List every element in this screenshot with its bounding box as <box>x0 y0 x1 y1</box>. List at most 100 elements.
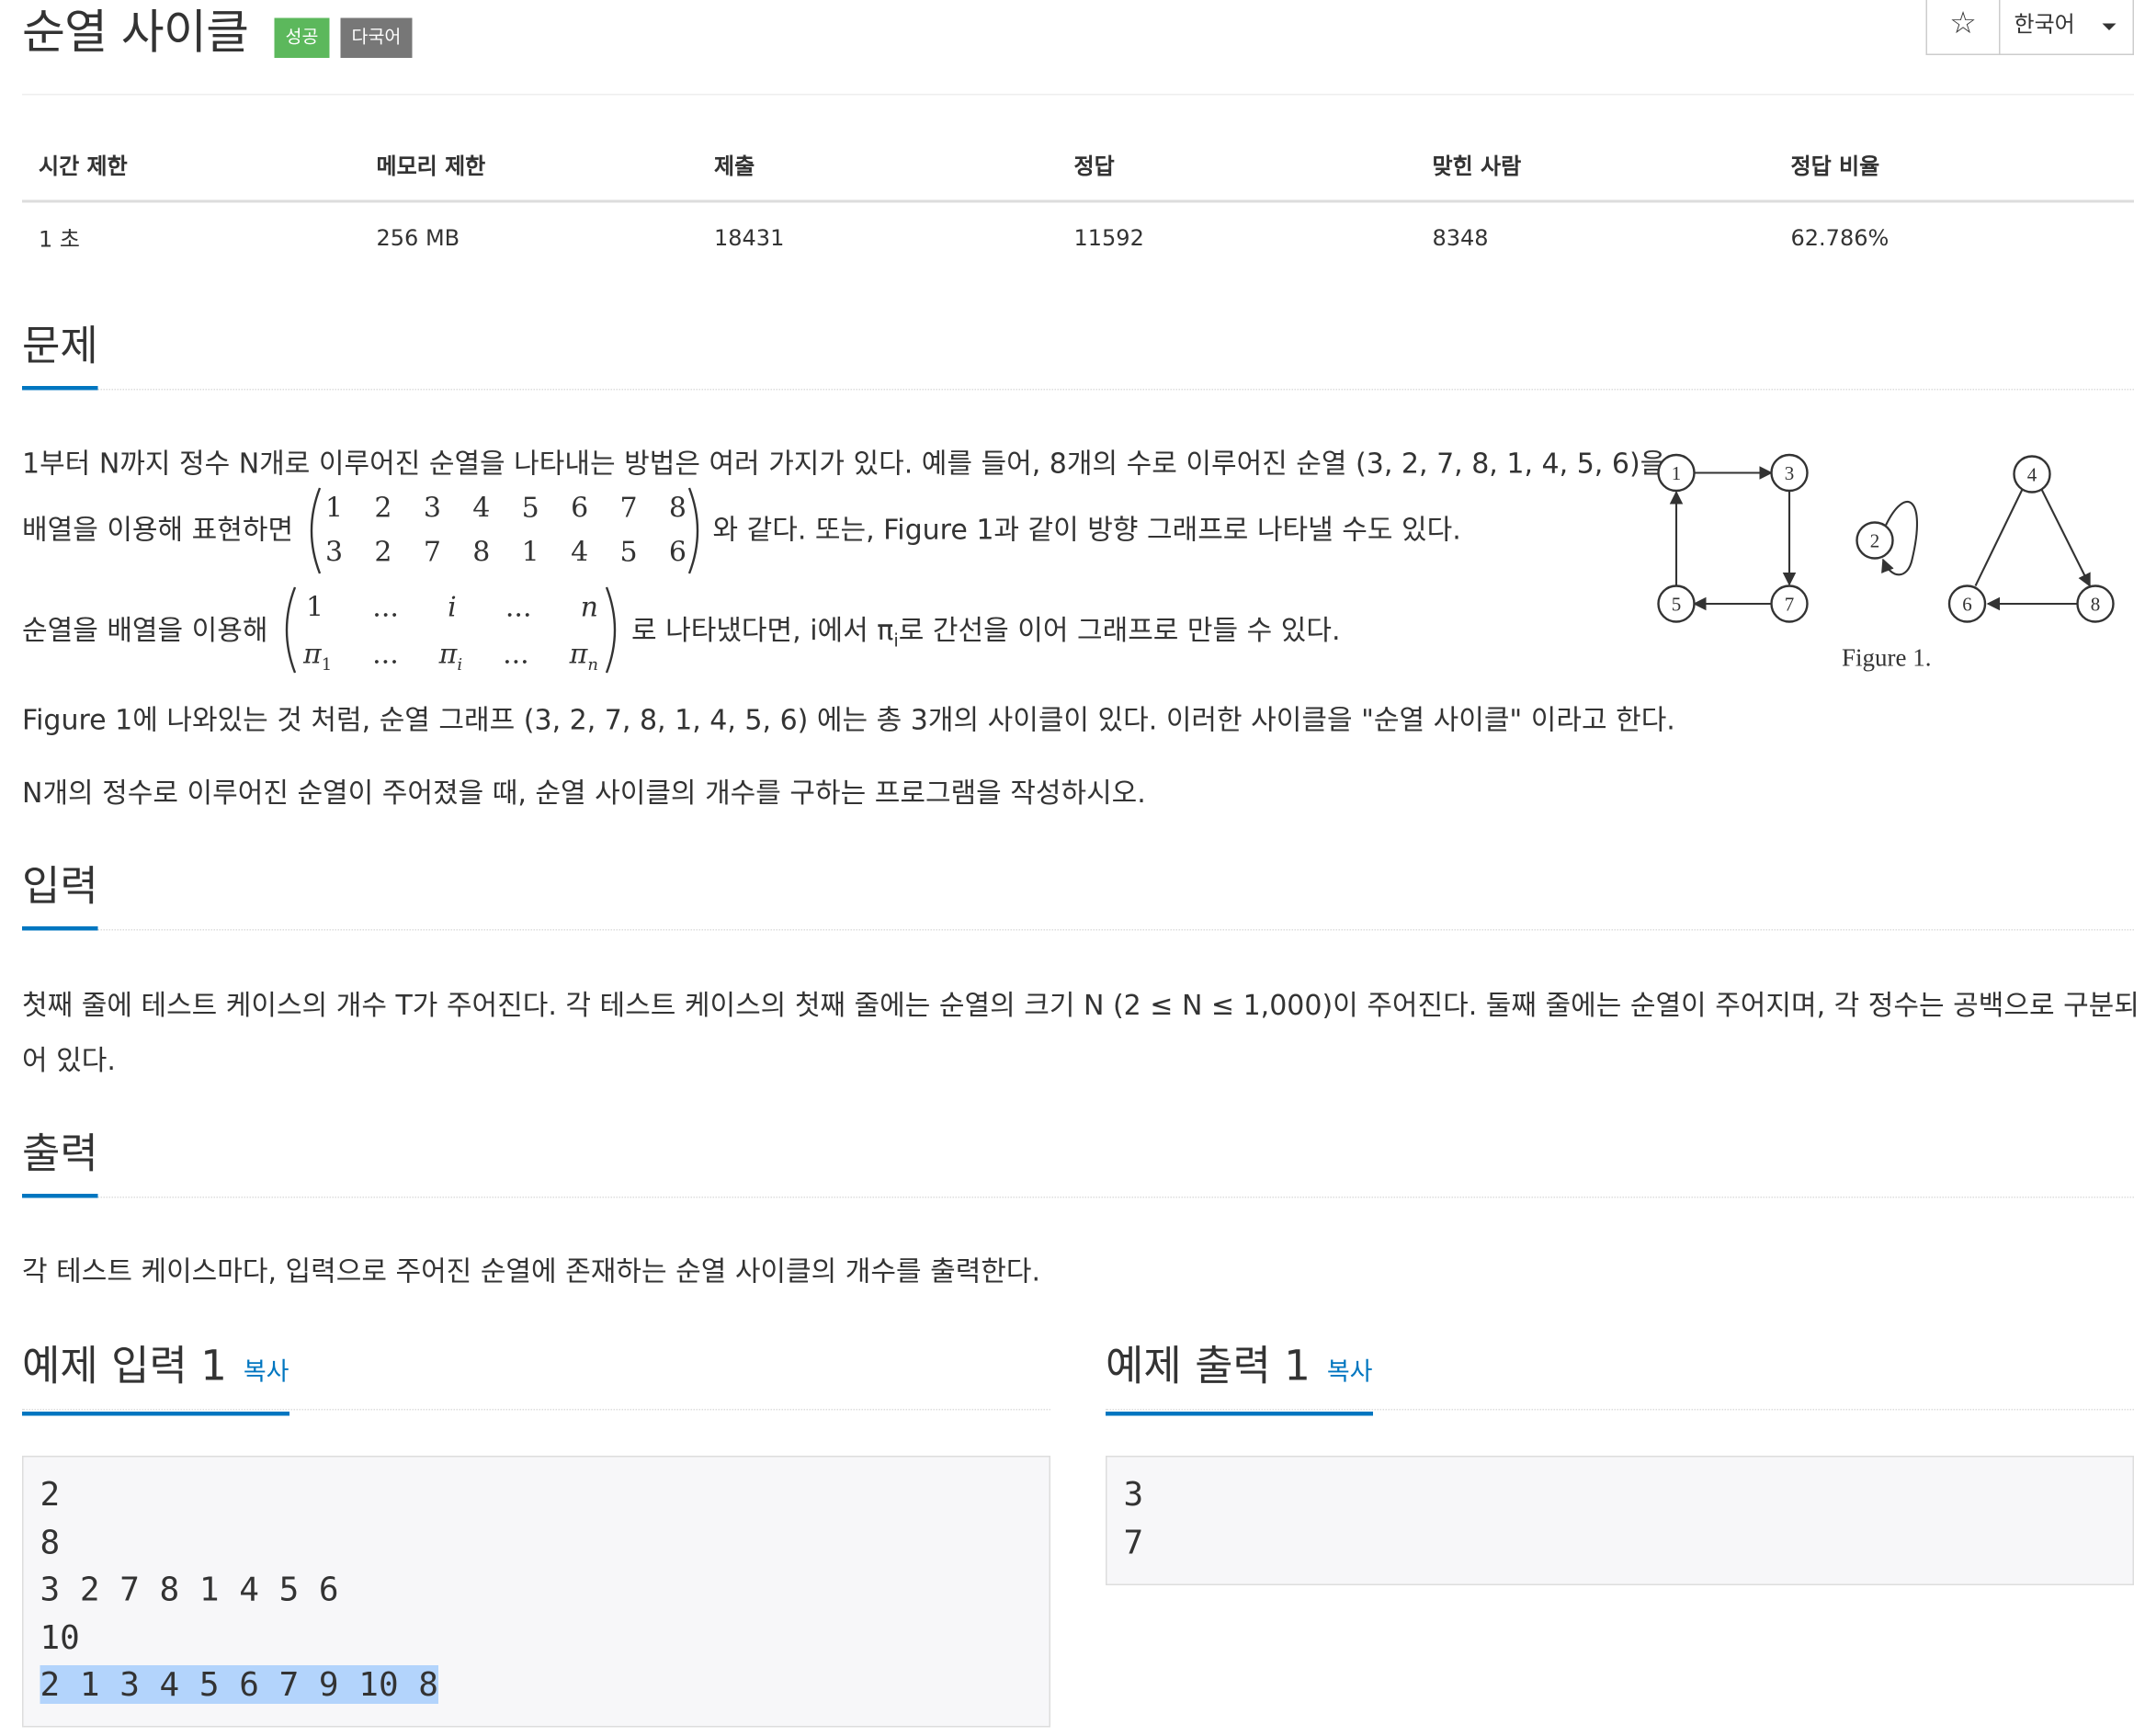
table-header: 제출 <box>698 130 1058 203</box>
problem-paragraph-3: Figure 1에 나와있는 것 처럼, 순열 그래프 (3, 2, 7, 8,… <box>22 703 1675 736</box>
sample-output-header: 예제 출력 1 복사 <box>1106 1340 2134 1416</box>
favorite-button[interactable]: ☆ <box>1927 0 2001 54</box>
star-icon: ☆ <box>1949 6 1977 42</box>
sample-output-line: 3 <box>1123 1475 1144 1514</box>
sample-input-line: 8 <box>40 1522 61 1561</box>
problem-paragraph-2-post: 로 나타냈다면, i에서 πi로 간선을 이어 그래프로 만들 수 있다. <box>631 612 1341 661</box>
matrix-row-2: 3 2 7 8 1 4 5 6 <box>325 535 687 568</box>
copy-button[interactable]: 복사 <box>1327 1358 1373 1388</box>
memory-limit: 256 MB <box>376 223 460 251</box>
section-title: 출력 <box>22 1128 98 1198</box>
section-title: 입력 <box>22 860 98 931</box>
svg-text:4: 4 <box>2027 464 2037 486</box>
matrix-cell: 5 <box>521 491 539 524</box>
page-title: 순열 사이클 <box>22 6 249 61</box>
section-title: 문제 <box>22 320 98 391</box>
matrix-cell: πi <box>438 637 463 675</box>
svg-text:2: 2 <box>1870 530 1880 552</box>
graph-node: 5 <box>1657 584 1696 623</box>
graph-node: 3 <box>1770 453 1809 493</box>
matrix-cell: 8 <box>472 535 491 568</box>
matrix-cell: 1 <box>325 491 344 524</box>
table-row: 1 초 256 MB 18431 11592 8348 62.786% <box>22 201 2134 267</box>
graph-node: 2 <box>1856 521 1894 560</box>
table-header-row: 시간 제한 메모리 제한 제출 정답 맞힌 사람 정답 비율 <box>22 130 2134 203</box>
matrix-cell: 3 <box>423 491 441 524</box>
input-description-1: 첫째 줄에 테스트 케이스의 개수 T가 주어진다. 각 테스트 케이스의 첫째… <box>22 988 2139 1022</box>
matrix-cell: ... <box>505 590 532 623</box>
table-header: 맞힌 사람 <box>1415 130 1775 203</box>
matrix-cell: 8 <box>668 491 687 524</box>
sample-input-header: 예제 입력 1 복사 <box>22 1340 1050 1416</box>
title-row: 순열 사이클 성공 다국어 ☆ 한국어 <box>22 0 2134 96</box>
matrix-cell: ... <box>503 637 529 670</box>
success-badge: 성공 <box>274 17 330 58</box>
matrix-cell: ... <box>372 590 399 623</box>
matrix-cell: 6 <box>668 535 687 568</box>
graph-node: 1 <box>1657 453 1696 493</box>
matrix-cell: 6 <box>571 491 589 524</box>
caret-down-icon <box>2102 23 2117 30</box>
language-dropdown[interactable]: 한국어 <box>2001 0 2133 54</box>
problem-info-table: 시간 제한 메모리 제한 제출 정답 맞힌 사람 정답 비율 1 초 256 M… <box>22 130 2134 268</box>
matrix-cell: 7 <box>423 535 441 568</box>
graph-node: 8 <box>2076 584 2115 623</box>
problem-paragraph-1b-pre: 배열을 이용해 표현하면 <box>22 513 294 546</box>
sample-output-title: 예제 출력 1 복사 <box>1106 1340 1373 1416</box>
problem-section-header: 문제 <box>22 320 2134 391</box>
matrix-row-1: 1 2 3 4 5 6 7 8 <box>325 491 687 524</box>
problem-paragraph-2-pre: 순열을 배열을 이용해 <box>22 613 268 647</box>
svg-text:6: 6 <box>1962 594 1972 616</box>
matrix-row-2: π1 ... πi ... πn <box>303 637 598 675</box>
output-section-header: 출력 <box>22 1128 2134 1198</box>
table-header: 정답 <box>1057 130 1416 203</box>
matrix-cell: πn <box>569 637 598 675</box>
output-description: 각 테스트 케이스마다, 입력으로 주어진 순열에 존재하는 순열 사이클의 개… <box>22 1254 1041 1288</box>
toolbar: ☆ 한국어 <box>1925 0 2134 55</box>
problem-paragraph-4: N개의 정수로 이루어진 순열이 주어졌을 때, 순열 사이클의 개수를 구하는… <box>22 776 1146 810</box>
sample-input-line: 3 2 7 8 1 4 5 6 <box>40 1570 339 1609</box>
section-title: 예제 출력 1 <box>1106 1343 1311 1391</box>
matrix-cell: 3 <box>325 535 344 568</box>
table-header: 메모리 제한 <box>359 130 698 203</box>
sample-input-line: 10 <box>40 1617 80 1657</box>
sample-input-title: 예제 입력 1 복사 <box>22 1340 289 1416</box>
solved-users: 8348 <box>1432 223 1489 251</box>
input-section-header: 입력 <box>22 860 2134 931</box>
permutation-matrix: 1 2 3 4 5 6 7 8 3 2 7 8 1 4 5 6 <box>303 485 706 576</box>
submissions: 18431 <box>714 223 785 251</box>
matrix-cell: 4 <box>571 535 589 568</box>
matrix-cell: i <box>448 590 457 623</box>
matrix-cell: 2 <box>374 535 392 568</box>
table-header: 정답 비율 <box>1774 130 2134 203</box>
input-description-2: 어 있다. <box>22 1043 116 1077</box>
svg-text:7: 7 <box>1785 594 1795 616</box>
svg-text:3: 3 <box>1785 462 1795 484</box>
svg-text:1: 1 <box>1672 462 1682 484</box>
sample-output-line: 7 <box>1123 1522 1144 1561</box>
general-permutation-matrix: 1 ... i ... n π1 ... πi ... πn <box>278 584 623 675</box>
graph-node: 7 <box>1770 584 1809 623</box>
sample-input-box[interactable]: 2 8 3 2 7 8 1 4 5 6 10 2 1 3 4 5 6 7 9 1… <box>22 1456 1050 1728</box>
time-limit: 1 초 <box>39 226 80 253</box>
matrix-cell: 5 <box>619 535 638 568</box>
table-header: 시간 제한 <box>22 130 360 203</box>
matrix-row-1: 1 ... i ... n <box>306 590 598 623</box>
matrix-cell: 2 <box>374 491 392 524</box>
copy-button[interactable]: 복사 <box>244 1358 289 1388</box>
graph-node: 4 <box>2013 455 2051 494</box>
svg-text:5: 5 <box>1672 594 1682 616</box>
figure-caption: Figure 1. <box>1842 643 1932 672</box>
sample-input-line: 2 1 3 4 5 6 7 9 10 8 <box>40 1662 1033 1709</box>
matrix-cell: ... <box>372 637 399 670</box>
matrix-cell: 4 <box>472 491 491 524</box>
sample-input-line: 2 <box>40 1475 61 1514</box>
matrix-cell: 1 <box>306 590 324 623</box>
selected-text: 2 1 3 4 5 6 7 9 10 8 <box>40 1665 438 1705</box>
matrix-cell: π1 <box>303 637 333 675</box>
text-fragment: 로 간선을 이어 그래프로 만들 수 있다. <box>898 613 1341 647</box>
matrix-cell: 7 <box>619 491 638 524</box>
matrix-cell: n <box>580 590 598 623</box>
sample-output-box[interactable]: 3 7 <box>1106 1456 2134 1585</box>
matrix-cell: 1 <box>521 535 539 568</box>
